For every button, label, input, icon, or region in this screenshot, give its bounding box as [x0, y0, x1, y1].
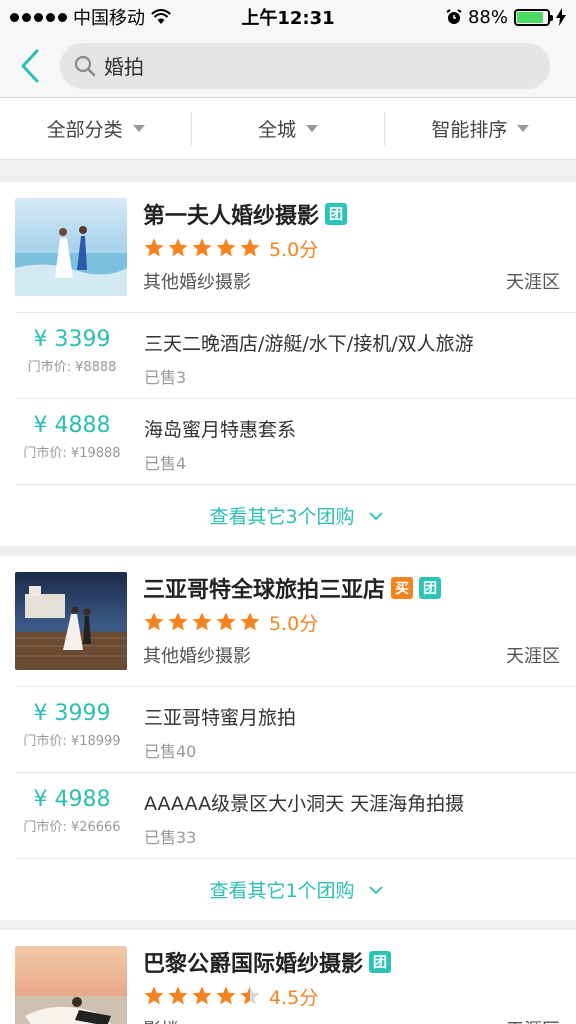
shop-thumbnail [15, 198, 127, 296]
deal-price: ¥ 3399 [33, 327, 111, 352]
deal-title: 三亚哥特蜜月旅拍 [144, 707, 297, 729]
alarm-icon [446, 9, 462, 24]
star-icon [168, 986, 188, 1005]
filter-area[interactable]: 全城 [191, 111, 383, 146]
market-price: 门市价: ¥8888 [27, 360, 117, 375]
deal-price: ¥ 3999 [33, 701, 111, 726]
deal-sold-count: 已售33 [144, 828, 197, 847]
more-deals-label: 查看其它3个团购 [209, 506, 355, 528]
nav-bar: 婚拍 [0, 34, 576, 98]
deal-item[interactable]: ¥ 3999 门市价: ¥18999 三亚哥特蜜月旅拍 已售40 [16, 686, 576, 772]
group-buy-badge: 团 [369, 951, 392, 973]
deal-item[interactable]: ¥ 3399 门市价: ¥8888 三天二晚酒店/游艇/水下/接机/双人旅游 已… [16, 312, 576, 398]
deal-sold-count: 已售40 [144, 742, 197, 761]
filter-sort[interactable]: 智能排序 [383, 111, 576, 146]
deal-price: ¥ 4988 [33, 787, 111, 812]
more-deals-button[interactable]: 查看其它1个团购 [16, 858, 576, 920]
deal-sold-count: 已售4 [144, 454, 187, 473]
shop-card: 三亚哥特全球旅拍三亚店 买 团 5.0分 其他婚纱摄影 天涯区 ¥ 3999 门… [0, 556, 576, 920]
filter-sort-label: 智能排序 [431, 119, 508, 141]
star-rating [143, 237, 261, 259]
filter-category-label: 全部分类 [46, 119, 123, 141]
market-price: 门市价: ¥18999 [23, 734, 121, 749]
shop-name: 巴黎公爵国际婚纱摄影 [143, 952, 364, 977]
chevron-left-icon [21, 49, 39, 82]
shop-card: 第一夫人婚纱摄影 团 5.0分 其他婚纱摄影 天涯区 ¥ 3399 门市价: ¥… [0, 182, 576, 546]
search-icon [74, 55, 96, 76]
filter-bar: 全部分类 全城 智能排序 [0, 98, 576, 160]
status-bar: 中国移动 上午12:31 88% [0, 0, 576, 34]
carrier-label: 中国移动 [73, 8, 145, 29]
shop-header[interactable]: 巴黎公爵国际婚纱摄影 团 4.5分 影楼 天涯区 [0, 930, 576, 1024]
back-button[interactable] [0, 34, 60, 98]
shop-category: 其他婚纱摄影 [143, 272, 251, 293]
shop-name: 第一夫人婚纱摄影 [143, 204, 320, 229]
more-deals-button[interactable]: 查看其它3个团购 [16, 484, 576, 546]
caret-down-icon [306, 125, 318, 132]
star-icon [144, 612, 164, 631]
battery-icon [514, 8, 553, 26]
battery-percent: 88% [467, 6, 508, 28]
deal-title: AAAAA级景区大小洞天 天涯海角拍摄 [144, 793, 465, 815]
star-icon [192, 986, 212, 1005]
deal-price: ¥ 4888 [33, 413, 111, 438]
shop-header[interactable]: 三亚哥特全球旅拍三亚店 买 团 5.0分 其他婚纱摄影 天涯区 [0, 556, 576, 686]
shop-thumbnail [15, 946, 127, 1024]
shop-category: 其他婚纱摄影 [143, 646, 251, 667]
charging-icon [556, 8, 566, 26]
star-rating [143, 611, 261, 633]
filter-area-label: 全城 [257, 119, 296, 141]
star-icon [144, 238, 164, 257]
star-icon [240, 238, 260, 257]
shop-category: 影楼 [143, 1016, 179, 1024]
star-icon [144, 986, 164, 1005]
deal-title: 三天二晚酒店/游艇/水下/接机/双人旅游 [144, 333, 474, 355]
star-icon [240, 612, 260, 631]
buy-badge: 买 [391, 577, 414, 599]
star-icon [168, 612, 188, 631]
shop-thumbnail [15, 572, 127, 670]
shop-header[interactable]: 第一夫人婚纱摄影 团 5.0分 其他婚纱摄影 天涯区 [0, 182, 576, 312]
star-icon [216, 986, 236, 1005]
shop-district: 天涯区 [506, 272, 560, 293]
group-buy-badge: 团 [419, 577, 442, 599]
shop-card: 巴黎公爵国际婚纱摄影 团 4.5分 影楼 天涯区 [0, 930, 576, 1024]
caret-down-icon [132, 125, 145, 132]
market-price: 门市价: ¥26666 [23, 820, 121, 835]
deal-sold-count: 已售3 [144, 368, 187, 387]
group-buy-badge: 团 [325, 203, 348, 225]
filter-category[interactable]: 全部分类 [0, 112, 191, 146]
star-icon [168, 238, 188, 257]
star-rating [143, 985, 261, 1007]
shop-district: 天涯区 [506, 646, 560, 667]
chevron-down-icon [368, 511, 383, 520]
rating-score: 5.0分 [269, 612, 319, 635]
star-icon [216, 612, 236, 631]
star-icon [192, 612, 212, 631]
wifi-icon [151, 9, 171, 24]
market-price: 门市价: ¥19888 [23, 446, 121, 461]
shop-list: 第一夫人婚纱摄影 团 5.0分 其他婚纱摄影 天涯区 ¥ 3399 门市价: ¥… [0, 182, 576, 1024]
search-query: 婚拍 [104, 55, 144, 79]
star-icon [240, 986, 260, 1005]
shop-name: 三亚哥特全球旅拍三亚店 [143, 578, 386, 603]
deal-item[interactable]: ¥ 4988 门市价: ¥26666 AAAAA级景区大小洞天 天涯海角拍摄 已… [16, 772, 576, 858]
star-icon [192, 238, 212, 257]
signal-strength-icon [10, 12, 67, 22]
star-icon [216, 238, 236, 257]
search-input[interactable]: 婚拍 [60, 42, 550, 89]
caret-down-icon [517, 125, 530, 132]
deal-item[interactable]: ¥ 4888 门市价: ¥19888 海岛蜜月特惠套系 已售4 [16, 398, 576, 484]
rating-score: 4.5分 [269, 986, 319, 1009]
shop-district: 天涯区 [506, 1016, 560, 1024]
deal-title: 海岛蜜月特惠套系 [144, 419, 297, 441]
chevron-down-icon [368, 885, 383, 894]
more-deals-label: 查看其它1个团购 [209, 880, 355, 902]
rating-score: 5.0分 [269, 238, 319, 261]
